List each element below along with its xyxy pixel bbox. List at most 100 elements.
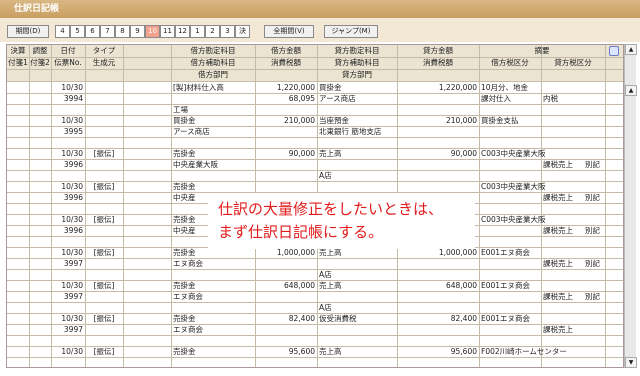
debit-account: 売掛金 — [173, 314, 196, 323]
credit-sub-account: アース商店 — [319, 94, 356, 103]
month-10[interactable]: 10 — [145, 25, 160, 38]
month-12[interactable]: 12 — [175, 25, 190, 38]
header-sub-5: 借方補助科目 — [190, 58, 236, 67]
debit-tax-category: 課対仕入 — [481, 94, 511, 103]
month-1[interactable]: 1 — [190, 25, 205, 38]
header-4: タイプ — [92, 46, 116, 55]
date-cell: 10/30 — [61, 347, 83, 356]
month-7[interactable]: 7 — [100, 25, 115, 38]
debit-tax: 68,095 — [288, 94, 315, 103]
credit-tax — [399, 324, 477, 335]
credit-tax-category: 課税売上 — [543, 259, 573, 268]
header-sub-9: 借方税区分 — [491, 58, 529, 67]
settings-icon[interactable] — [609, 46, 619, 56]
type-cell — [87, 82, 121, 93]
memo-cell: C003中央産業大阪 — [481, 149, 546, 158]
period-button[interactable]: 期間(D) — [7, 25, 49, 38]
month-3[interactable]: 3 — [220, 25, 235, 38]
month-5[interactable]: 5 — [70, 25, 85, 38]
debit-amount: 82,400 — [288, 314, 315, 323]
voucher-no: 3997 — [63, 259, 83, 268]
toolbar: 期間(D) 4 5 6 7 8 9 10 11 12 1 2 3 決 全期間(V) ジャンプ(M) — [0, 18, 640, 42]
debit-department — [173, 335, 253, 346]
memo-cell: C003中央産業大阪 — [481, 215, 546, 224]
debit-tax — [257, 159, 315, 170]
header-sub-2: 付箋2 — [30, 58, 50, 67]
table-row[interactable]: 10/30 3997 [振伝] 売掛金 1,000,000 売上高 1,000,000 E00… — [7, 247, 623, 281]
voucher-no: 3996 — [63, 193, 83, 202]
debit-tax-category — [481, 357, 539, 367]
month-2[interactable]: 2 — [205, 25, 220, 38]
credit-tax-category: 課税売上 — [543, 160, 573, 169]
debit-tax-category — [481, 225, 539, 236]
header-col-divider — [123, 45, 124, 82]
voucher-no: 3997 — [63, 292, 83, 301]
debit-account: 売掛金 — [173, 182, 196, 191]
credit-account: 仮受消費税 — [319, 314, 357, 323]
voucher-no — [53, 357, 83, 367]
all-period-button[interactable]: 全期間(V) — [264, 25, 314, 38]
row-divider — [7, 104, 623, 105]
credit-sub-account — [319, 159, 395, 170]
month-4[interactable]: 4 — [55, 25, 70, 38]
table-row[interactable]: 10/30 3997 [振伝] 売掛金 648,000 売上高 648,000 E001エヌ商… — [7, 280, 623, 314]
vertical-scrollbar[interactable]: ▲ ▲ ▼ — [624, 44, 637, 368]
debit-sub-account: 中央産業大阪 — [173, 160, 218, 169]
debit-tax-category — [481, 192, 539, 203]
credit-department — [319, 104, 395, 115]
debit-sub-account — [173, 93, 253, 104]
credit-tax-note: 別記 — [585, 160, 600, 169]
debit-department — [173, 137, 253, 148]
debit-account: 売掛金 — [173, 281, 196, 290]
month-6[interactable]: 6 — [85, 25, 100, 38]
debit-amount: 95,600 — [288, 347, 315, 356]
table-row[interactable]: 10/30 3994 [製]材料仕入高 1,220,000 買掛金 1,220,000 10… — [7, 82, 623, 116]
debit-amount: 648,000 — [283, 281, 315, 290]
jump-button[interactable]: ジャンプ(M) — [324, 25, 378, 38]
scroll-up-icon[interactable]: ▲ — [625, 44, 637, 55]
credit-amount: 648,000 — [445, 281, 477, 290]
date-cell: 10/30 — [61, 248, 83, 257]
table-row[interactable]: 10/30 3995 買掛金 210,000 当座預金 210,000 買掛金支払 アース商店… — [7, 115, 623, 149]
header-5: 借方勘定科目 — [190, 46, 236, 55]
credit-sub-account — [319, 357, 395, 367]
credit-tax — [399, 357, 477, 367]
credit-account: 買掛金 — [319, 83, 342, 92]
scroll-up-arrow-icon[interactable]: ▲ — [625, 85, 637, 96]
date-cell: 10/30 — [61, 215, 83, 224]
memo-cell: F002川崎ホームセンター — [481, 347, 567, 356]
debit-amount: 1,220,000 — [276, 83, 315, 92]
month-9[interactable]: 9 — [130, 25, 145, 38]
grid-header: 決算 調整 日付 タイプ 借方勘定科目 借方金額 貸方勘定科目 貸方金額 摘要 付箋1 付箋2 伝票N… — [7, 45, 623, 82]
debit-amount: 210,000 — [283, 116, 315, 125]
date-cell: 10/30 — [61, 83, 83, 92]
month-決[interactable]: 決 — [235, 25, 250, 38]
credit-account: 売上高 — [319, 281, 342, 290]
header-7: 貸方勘定科目 — [334, 46, 380, 55]
table-row[interactable]: 10/30 3997 [振伝] 売掛金 82,400 仮受消費税 82,400 E001エヌ商… — [7, 313, 623, 347]
credit-tax-note — [585, 324, 603, 335]
debit-department — [173, 170, 253, 181]
credit-tax-note: 別記 — [585, 292, 600, 301]
scroll-down-icon[interactable]: ▼ — [625, 357, 637, 368]
credit-amount: 210,000 — [445, 116, 477, 125]
month-11[interactable]: 11 — [160, 25, 175, 38]
type-cell: [振伝] — [93, 215, 115, 224]
credit-tax-category: 課税売上 — [543, 193, 573, 202]
header-col-divider — [605, 45, 606, 82]
credit-tax-category: 課税売上 — [543, 226, 573, 235]
type-cell: [振伝] — [93, 248, 115, 257]
header-sub-1: 付箋1 — [8, 58, 28, 67]
type-cell — [87, 115, 121, 126]
credit-tax — [399, 93, 477, 104]
credit-department: A店 — [319, 303, 332, 312]
credit-tax-category: 課税売上 — [543, 325, 573, 334]
debit-tax — [257, 324, 315, 335]
memo-cell: C003中央産業大阪 — [481, 182, 546, 191]
debit-sub-account — [173, 357, 253, 367]
table-row[interactable]: 10/30 3996 [振伝] 売掛金 90,000 売上高 90,000 C003中央産業大… — [7, 148, 623, 182]
header-9: 摘要 — [534, 46, 550, 55]
table-row[interactable]: 10/30 [振伝] 売掛金 95,600 売上高 95,600 F002川崎ホームセンター — [7, 346, 623, 367]
memo-cell: E001エヌ商会 — [481, 281, 531, 290]
month-8[interactable]: 8 — [115, 25, 130, 38]
